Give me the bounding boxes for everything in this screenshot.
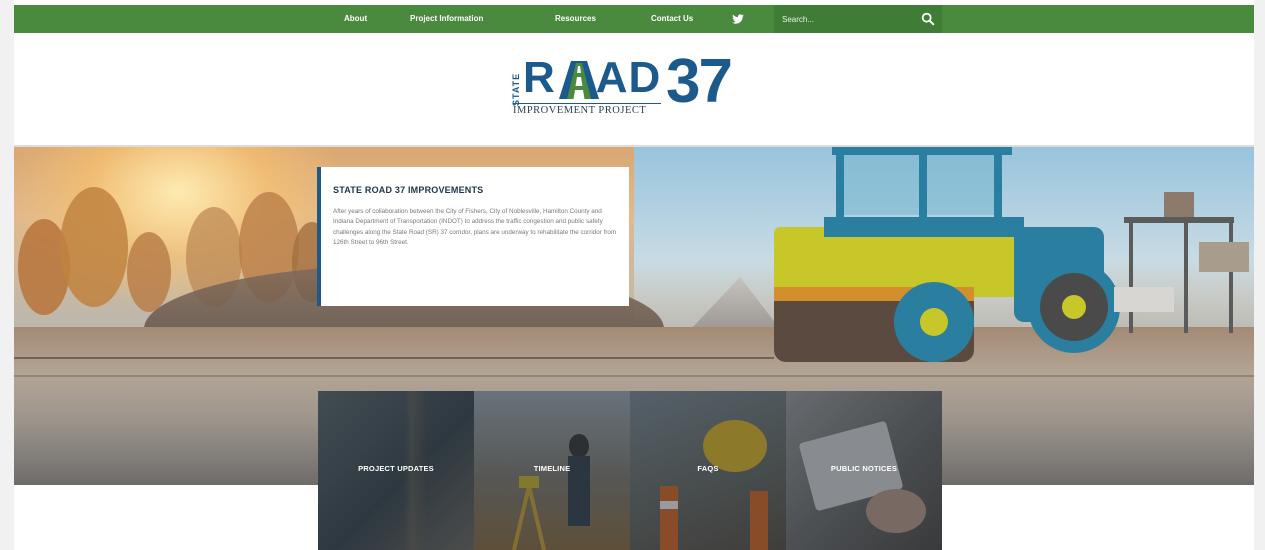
search-input[interactable] (782, 11, 902, 27)
ground-stripe (14, 375, 1254, 377)
top-nav: About Project Information Resources Cont… (14, 5, 1254, 33)
feature-tiles: PROJECT UPDATES TIMELINE FAQS PUBLIC NOT… (318, 391, 942, 550)
search-box (774, 5, 942, 33)
page: About Project Information Resources Cont… (14, 0, 1254, 550)
tile-timeline[interactable]: TIMELINE (474, 391, 630, 550)
site-logo[interactable]: STATE R AD 37 IMPROVEMENT PROJECT (509, 49, 754, 123)
road-roller (774, 147, 1120, 362)
tile-faqs[interactable]: FAQS (630, 391, 786, 550)
tile-label: PROJECT UPDATES (358, 464, 434, 473)
search-icon[interactable] (920, 11, 936, 27)
logo-subtitle: IMPROVEMENT PROJECT (513, 105, 647, 116)
intro-card: STATE ROAD 37 IMPROVEMENTS After years o… (317, 167, 629, 306)
ground-stripe (14, 357, 774, 359)
tile-label: FAQS (697, 464, 719, 473)
hero-plant (1114, 192, 1249, 333)
nav-about[interactable]: About (344, 5, 367, 33)
intro-card-title: STATE ROAD 37 IMPROVEMENTS (333, 185, 484, 195)
nav-resources[interactable]: Resources (555, 5, 596, 33)
logo-divider (513, 103, 661, 104)
road-a-icon (559, 61, 599, 99)
twitter-icon[interactable] (731, 12, 745, 26)
tile-project-updates[interactable]: PROJECT UPDATES (318, 391, 474, 550)
intro-card-body: After years of collaboration between the… (333, 208, 617, 247)
tile-label: PUBLIC NOTICES (830, 464, 898, 473)
nav-project-information[interactable]: Project Information (410, 5, 483, 33)
tile-label: TIMELINE (533, 464, 571, 473)
nav-contact-us[interactable]: Contact Us (651, 5, 693, 33)
tile-public-notices[interactable]: PUBLIC NOTICES (786, 391, 942, 550)
logo-number: 37 (666, 47, 733, 116)
